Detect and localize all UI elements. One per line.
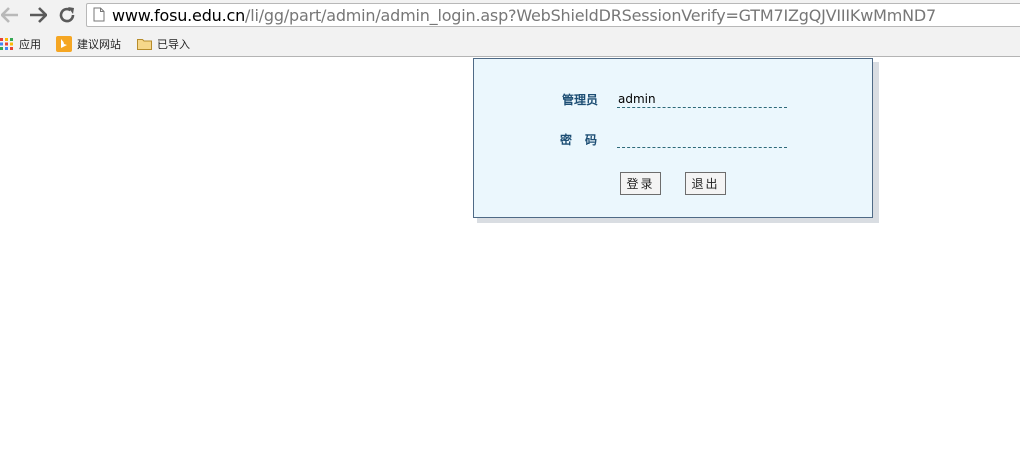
bookmark-label: 应用	[19, 38, 41, 51]
bookmarks-bar: 应用 建议网站 已导入	[0, 31, 1020, 57]
password-input[interactable]	[617, 130, 787, 148]
forward-arrow-icon[interactable]	[28, 5, 48, 25]
username-label: 管理员	[562, 93, 599, 107]
reload-icon[interactable]	[57, 5, 77, 25]
folder-icon	[137, 38, 152, 50]
page-icon	[93, 7, 105, 26]
bookmark-imported[interactable]: 已导入	[137, 35, 190, 53]
bing-icon	[56, 36, 72, 52]
exit-button[interactable]: 退出	[685, 172, 726, 195]
bookmark-apps[interactable]: 应用	[0, 35, 41, 53]
password-label: 密码	[560, 133, 611, 147]
username-input[interactable]	[617, 90, 787, 108]
browser-toolbar: www.fosu.edu.cn/li/gg/part/admin/admin_l…	[0, 0, 1020, 31]
back-arrow-icon[interactable]	[0, 5, 20, 25]
apps-grid-icon	[0, 38, 14, 50]
url-path: /li/gg/part/admin/admin_login.asp?WebShi…	[245, 6, 936, 25]
url-text[interactable]: www.fosu.edu.cn/li/gg/part/admin/admin_l…	[112, 6, 936, 25]
bookmark-label: 建议网站	[77, 38, 121, 51]
bookmark-label: 已导入	[157, 38, 190, 51]
login-button[interactable]: 登录	[620, 172, 661, 195]
login-panel: 管理员 密码 登录 退出	[473, 58, 873, 218]
address-bar[interactable]: www.fosu.edu.cn/li/gg/part/admin/admin_l…	[86, 3, 1020, 27]
url-host: www.fosu.edu.cn	[112, 6, 246, 25]
bookmark-suggested-sites[interactable]: 建议网站	[56, 35, 121, 53]
